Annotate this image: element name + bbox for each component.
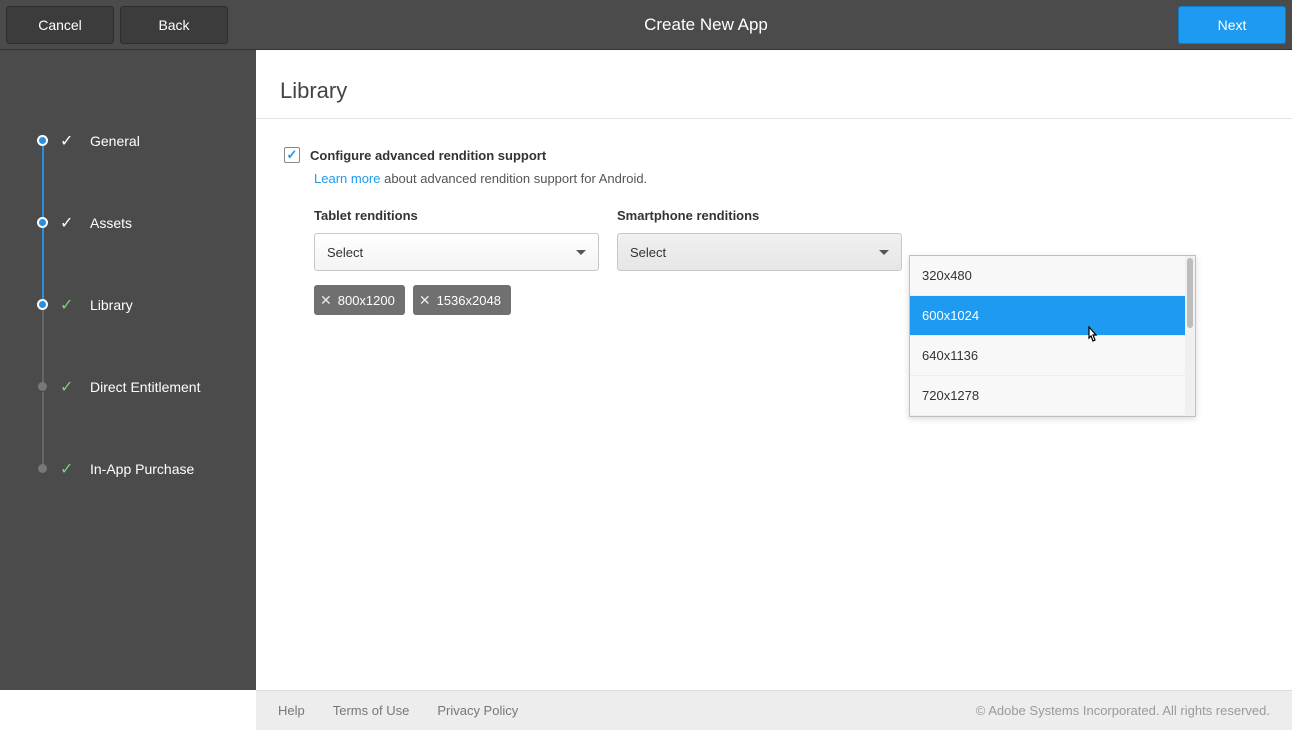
dropdown-scrollbar[interactable] xyxy=(1185,256,1195,416)
tablet-select-value: Select xyxy=(327,245,363,260)
dropdown-option[interactable]: 640x1136 xyxy=(910,336,1195,376)
header-title: Create New App xyxy=(234,15,1178,35)
caret-down-icon xyxy=(576,250,586,255)
sidebar-step-library[interactable]: ✓ Library xyxy=(40,264,256,346)
tablet-column: Tablet renditions Select ✕ 800x1200 ✕ 1536x… xyxy=(314,208,599,315)
remove-tag-icon[interactable]: ✕ xyxy=(320,292,332,309)
advanced-rendition-label: Configure advanced rendition support xyxy=(310,148,546,163)
tag-label: 1536x2048 xyxy=(437,293,501,308)
footer-terms-link[interactable]: Terms of Use xyxy=(333,703,410,718)
page-title: Library xyxy=(256,50,1292,119)
check-icon: ✓ xyxy=(60,131,73,151)
next-button[interactable]: Next xyxy=(1178,6,1286,44)
sidebar-step-in-app-purchase[interactable]: ✓ In-App Purchase xyxy=(40,428,256,510)
remove-tag-icon[interactable]: ✕ xyxy=(419,292,431,309)
help-text: Learn more about advanced rendition supp… xyxy=(314,171,1292,186)
back-button[interactable]: Back xyxy=(120,6,228,44)
tablet-label: Tablet renditions xyxy=(314,208,599,223)
step-label: In-App Purchase xyxy=(90,461,194,477)
advanced-rendition-checkbox[interactable]: ✓ xyxy=(284,147,300,163)
sidebar-step-assets[interactable]: ✓ Assets xyxy=(40,182,256,264)
smartphone-column: Smartphone renditions Select xyxy=(617,208,902,315)
check-icon: ✓ xyxy=(60,377,73,397)
check-icon: ✓ xyxy=(60,459,73,479)
step-label: Direct Entitlement xyxy=(90,379,200,395)
tablet-select[interactable]: Select xyxy=(314,233,599,271)
scrollbar-thumb[interactable] xyxy=(1187,258,1193,328)
dropdown-option[interactable]: 600x1024 xyxy=(910,296,1195,336)
tablet-tag: ✕ 1536x2048 xyxy=(413,285,511,315)
sidebar-step-general[interactable]: ✓ General xyxy=(40,100,256,182)
sidebar-step-direct-entitlement[interactable]: ✓ Direct Entitlement xyxy=(40,346,256,428)
header-bar: Cancel Back Create New App Next xyxy=(0,0,1292,50)
main-panel: Library ✓ Configure advanced rendition s… xyxy=(256,50,1292,690)
smartphone-select[interactable]: Select xyxy=(617,233,902,271)
caret-down-icon xyxy=(879,250,889,255)
step-label: Assets xyxy=(90,215,132,231)
sidebar: ✓ General ✓ Assets ✓ Library ✓ Direct En… xyxy=(0,50,256,690)
step-label: General xyxy=(90,133,140,149)
step-label: Library xyxy=(90,297,133,313)
dropdown-option[interactable]: 320x480 xyxy=(910,256,1195,296)
footer-help-link[interactable]: Help xyxy=(278,703,305,718)
footer: Help Terms of Use Privacy Policy © Adobe… xyxy=(256,690,1292,730)
check-icon: ✓ xyxy=(60,213,73,233)
tablet-tag: ✕ 800x1200 xyxy=(314,285,405,315)
smartphone-dropdown: 320x480600x1024640x1136720x1278 xyxy=(909,255,1196,417)
smartphone-label: Smartphone renditions xyxy=(617,208,902,223)
check-icon: ✓ xyxy=(60,295,73,315)
learn-more-link[interactable]: Learn more xyxy=(314,171,380,186)
dropdown-option[interactable]: 720x1278 xyxy=(910,376,1195,416)
cancel-button[interactable]: Cancel xyxy=(6,6,114,44)
tag-label: 800x1200 xyxy=(338,293,395,308)
footer-copyright: © Adobe Systems Incorporated. All rights… xyxy=(976,703,1270,718)
footer-privacy-link[interactable]: Privacy Policy xyxy=(437,703,518,718)
smartphone-select-value: Select xyxy=(630,245,666,260)
